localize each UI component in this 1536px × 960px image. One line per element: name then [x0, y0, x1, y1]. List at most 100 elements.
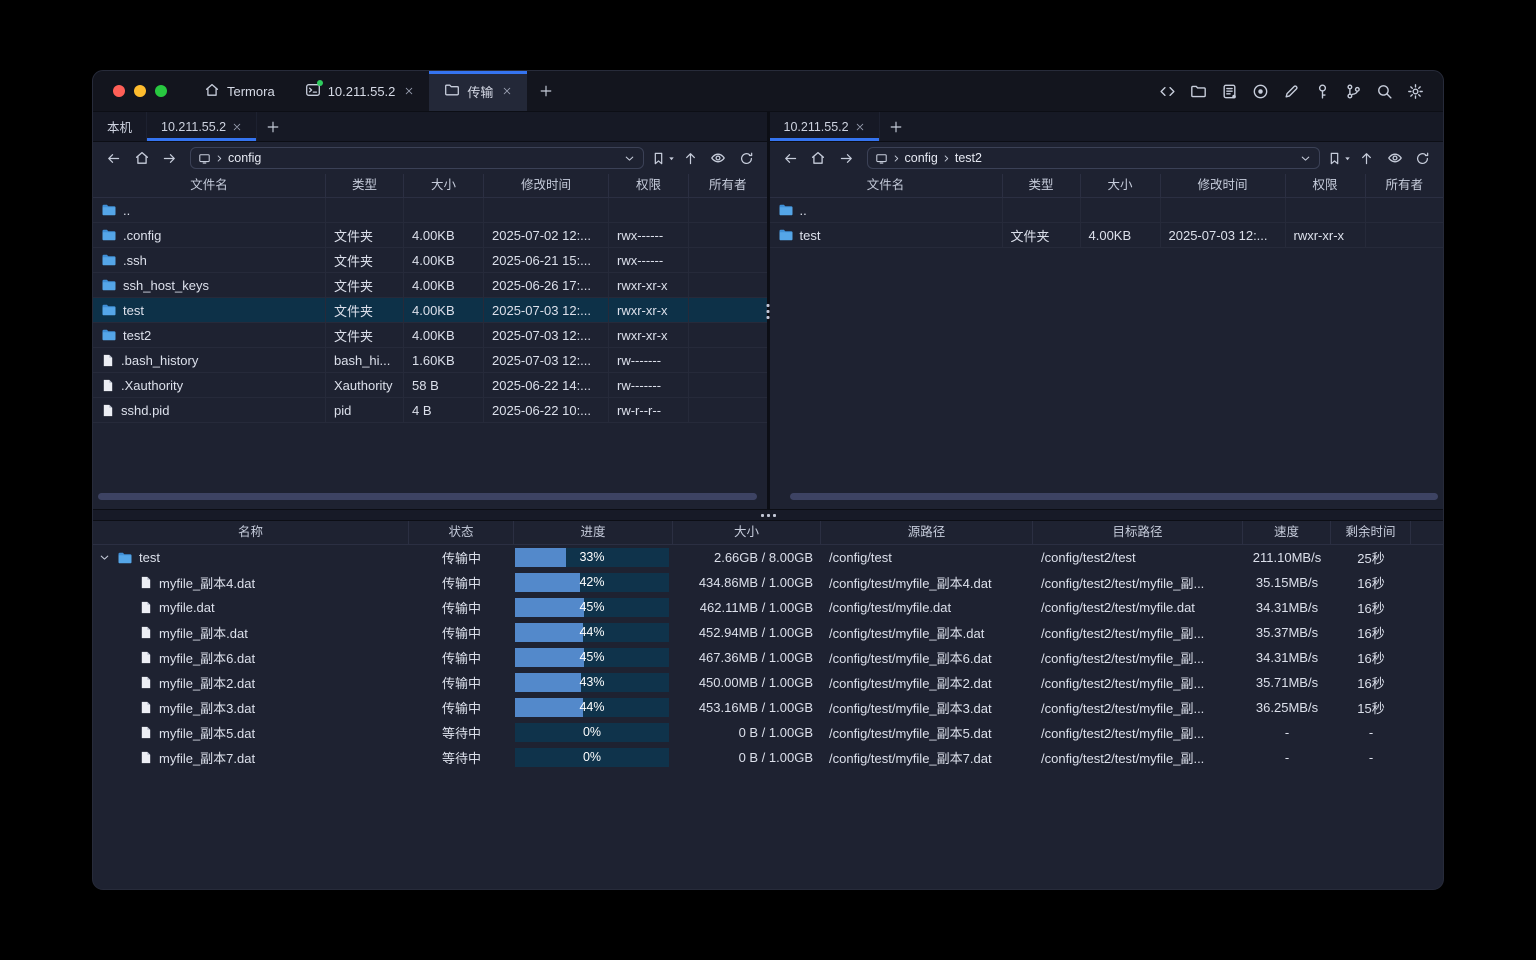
chevron-down-icon[interactable] [1299, 152, 1312, 165]
panel-tab-remote[interactable]: 10.211.55.2 [770, 112, 880, 141]
horizontal-splitter[interactable] [93, 509, 1443, 521]
path-bar[interactable]: config [190, 147, 644, 169]
back-button[interactable] [100, 146, 127, 170]
panel-new-tab-button[interactable] [257, 112, 289, 141]
forward-button[interactable] [156, 146, 183, 170]
close-icon[interactable] [404, 86, 414, 96]
refresh-button[interactable] [1409, 146, 1436, 170]
file-row[interactable]: test文件夹4.00KB2025-07-03 12:...rwxr-xr-x [770, 223, 1444, 248]
new-tab-button[interactable] [527, 71, 565, 111]
transfer-row[interactable]: myfile_副本3.dat传输中44%453.16MB / 1.00GB/co… [93, 695, 1443, 720]
column-header[interactable]: 类型 [1003, 174, 1081, 197]
key-button[interactable] [1310, 79, 1334, 103]
column-header[interactable]: 所有者 [1366, 174, 1444, 197]
path-segment[interactable]: config [905, 151, 938, 165]
column-header[interactable]: 剩余时间 [1331, 521, 1411, 544]
column-header[interactable]: 文件名 [770, 174, 1003, 197]
file-row[interactable]: .XauthorityXauthority58 B2025-06-22 14:.… [93, 373, 767, 398]
transfer-row[interactable]: myfile_副本4.dat传输中42%434.86MB / 1.00GB/co… [93, 570, 1443, 595]
column-header[interactable]: 大小 [673, 521, 821, 544]
code-icon [1159, 83, 1176, 100]
column-header[interactable]: 进度 [514, 521, 673, 544]
bookmark-button[interactable] [1327, 151, 1352, 166]
titlebar-tab-ssh-session[interactable]: 10.211.55.2 [290, 71, 430, 111]
file-row[interactable]: .config文件夹4.00KB2025-07-02 12:...rwx----… [93, 223, 767, 248]
edit-button[interactable] [1279, 79, 1303, 103]
chevron-down-icon[interactable] [623, 152, 636, 165]
column-header[interactable]: 权限 [609, 174, 689, 197]
file-row[interactable]: sshd.pidpid4 B2025-06-22 10:...rw-r--r-- [93, 398, 767, 423]
titlebar-tab-transfer[interactable]: 传输 [429, 71, 527, 111]
keychain-button[interactable] [1341, 79, 1365, 103]
home-button[interactable] [128, 146, 155, 170]
path-bar[interactable]: config test2 [867, 147, 1321, 169]
column-header[interactable]: 状态 [409, 521, 514, 544]
settings-button[interactable] [1403, 79, 1427, 103]
home-button[interactable] [805, 146, 832, 170]
panel-tab-remote[interactable]: 10.211.55.2 [147, 112, 257, 141]
file-mtime-cell [1161, 198, 1286, 222]
titlebar-tab-home[interactable]: Termora [189, 71, 290, 111]
record-button[interactable] [1248, 79, 1272, 103]
path-segment[interactable]: test2 [955, 151, 982, 165]
file-row[interactable]: .. [93, 198, 767, 223]
column-header[interactable]: 大小 [404, 174, 484, 197]
bookmark-button[interactable] [651, 151, 676, 166]
panel-new-tab-button[interactable] [880, 112, 912, 141]
file-row[interactable]: .. [770, 198, 1444, 223]
titlebar-tabs: Termora10.211.55.2传输 [189, 71, 565, 111]
horizontal-scrollbar[interactable] [790, 493, 1439, 500]
transfer-row[interactable]: myfile_副本7.dat等待中0%0 B / 1.00GB/config/t… [93, 745, 1443, 770]
file-row[interactable]: .bash_historybash_hi...1.60KB2025-07-03 … [93, 348, 767, 373]
file-size: 1.60KB [412, 353, 455, 368]
zoom-window-button[interactable] [155, 85, 167, 97]
horizontal-scrollbar[interactable] [98, 493, 757, 500]
column-header[interactable]: 所有者 [689, 174, 767, 197]
column-header[interactable]: 目标路径 [1033, 521, 1243, 544]
minimize-window-button[interactable] [134, 85, 146, 97]
forward-button[interactable] [833, 146, 860, 170]
close-window-button[interactable] [113, 85, 125, 97]
close-icon[interactable] [855, 122, 865, 132]
transfer-row[interactable]: test传输中33%2.66GB / 8.00GB/config/test/co… [93, 545, 1443, 570]
close-icon[interactable] [232, 122, 242, 132]
column-header[interactable]: 权限 [1286, 174, 1366, 197]
file-row[interactable]: test文件夹4.00KB2025-07-03 12:...rwxr-xr-x [93, 298, 767, 323]
transfer-row[interactable]: myfile_副本6.dat传输中45%467.36MB / 1.00GB/co… [93, 645, 1443, 670]
search-button[interactable] [1372, 79, 1396, 103]
folder-button[interactable] [1186, 79, 1210, 103]
column-header[interactable]: 名称 [93, 521, 409, 544]
file-row[interactable]: ssh_host_keys文件夹4.00KB2025-06-26 17:...r… [93, 273, 767, 298]
column-header[interactable]: 修改时间 [484, 174, 609, 197]
transfer-status-cell: 等待中 [409, 723, 514, 742]
transfer-progress-cell: 44% [514, 620, 673, 645]
file-row[interactable]: .ssh文件夹4.00KB2025-06-21 15:...rwx------ [93, 248, 767, 273]
log-button[interactable] [1217, 79, 1241, 103]
show-hidden-button[interactable] [1381, 146, 1408, 170]
column-header[interactable]: 文件名 [93, 174, 326, 197]
column-header[interactable]: 大小 [1081, 174, 1161, 197]
parent-dir-button[interactable] [677, 146, 704, 170]
transfer-row[interactable]: myfile_副本2.dat传输中43%450.00MB / 1.00GB/co… [93, 670, 1443, 695]
show-hidden-button[interactable] [705, 146, 732, 170]
refresh-button[interactable] [733, 146, 760, 170]
transfer-speed-cell: 35.15MB/s [1243, 575, 1331, 590]
transfer-speed-cell: 35.71MB/s [1243, 675, 1331, 690]
file-icon [139, 625, 153, 640]
path-segment[interactable]: config [228, 151, 261, 165]
column-header[interactable]: 修改时间 [1161, 174, 1286, 197]
column-header[interactable]: 源路径 [821, 521, 1033, 544]
back-button[interactable] [777, 146, 804, 170]
transfer-row[interactable]: myfile.dat传输中45%462.11MB / 1.00GB/config… [93, 595, 1443, 620]
transfer-row[interactable]: myfile_副本.dat传输中44%452.94MB / 1.00GB/con… [93, 620, 1443, 645]
code-button[interactable] [1155, 79, 1179, 103]
column-header[interactable]: 类型 [326, 174, 404, 197]
close-icon[interactable] [502, 86, 512, 96]
column-header[interactable]: 速度 [1243, 521, 1331, 544]
horizontal-splitter-handle-icon[interactable] [761, 514, 776, 517]
panel-tab-local[interactable]: 本机 [93, 112, 147, 141]
parent-dir-button[interactable] [1353, 146, 1380, 170]
transfer-row[interactable]: myfile_副本5.dat等待中0%0 B / 1.00GB/config/t… [93, 720, 1443, 745]
collapse-toggle[interactable] [97, 551, 111, 564]
file-row[interactable]: test2文件夹4.00KB2025-07-03 12:...rwxr-xr-x [93, 323, 767, 348]
